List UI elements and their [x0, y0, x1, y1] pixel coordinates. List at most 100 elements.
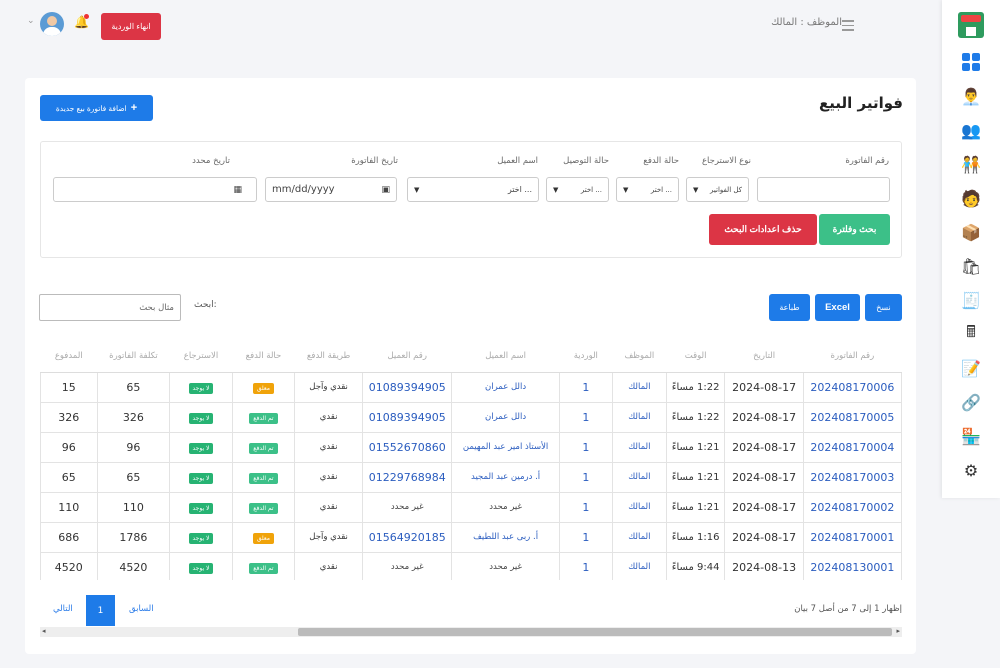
column-header[interactable]: رقم الفاتورة	[803, 340, 902, 373]
end-shift-button[interactable]: انهاء الوردية	[101, 13, 161, 40]
cell-method: نقدي	[294, 491, 363, 523]
dashboard-icon[interactable]	[957, 48, 985, 76]
chevron-down-icon: ▼	[553, 185, 559, 194]
column-header[interactable]: الوردية	[559, 340, 613, 373]
cell-cust[interactable]: أ. ربى عبد اللطيف	[451, 521, 560, 553]
customers-icon[interactable]: 🧑‍🤝‍🧑	[957, 150, 985, 178]
payment-status-select[interactable]: ▼ اختر ...	[616, 177, 679, 202]
cell-phone[interactable]: 01552670860	[361, 431, 453, 463]
calendar-icon[interactable]: ▦	[233, 185, 242, 195]
add-invoice-button[interactable]: اضافة فاتورة بيع جديدة +	[40, 95, 153, 121]
table-row[interactable]: 202408170005 2024-08-17 1:22 مساءً المالك 1 د…	[40, 401, 902, 433]
cell-pay: تم الدفع	[231, 551, 296, 580]
column-header[interactable]: رقم العميل	[362, 340, 452, 373]
cell-cust[interactable]: غير محدد	[451, 491, 560, 523]
search-input[interactable]: مثال بحث	[39, 294, 181, 321]
column-header[interactable]: الموظف	[612, 340, 667, 373]
cell-paid: 326	[40, 401, 98, 433]
user-label: الموظف : المالك	[771, 17, 842, 28]
return-type-value: كل الفواتير	[710, 185, 742, 194]
cell-time: 1:21 مساءً	[665, 491, 726, 523]
column-header[interactable]: تكلفة الفاتورة	[97, 340, 170, 373]
invoice-number-label: رقم الفاتورة	[845, 156, 889, 166]
cell-num[interactable]: 202408170003	[802, 461, 902, 493]
cell-num[interactable]: 202408170002	[802, 491, 902, 523]
invoice-icon[interactable]: 🧾	[957, 286, 985, 314]
cell-phone[interactable]: غير محدد	[361, 551, 453, 580]
scrollbar-thumb[interactable]	[298, 628, 892, 636]
page-1-button[interactable]: 1	[86, 595, 115, 626]
cell-phone[interactable]: 01229768984	[361, 461, 453, 493]
cell-num[interactable]: 202408170005	[802, 401, 902, 433]
cell-ret: لا يوجد	[169, 461, 233, 493]
calculator-icon[interactable]: 🖩	[957, 320, 985, 348]
column-header[interactable]: التاريخ	[724, 340, 804, 373]
column-header[interactable]: حالة الدفع	[232, 340, 295, 373]
invoice-date-input[interactable]: mm/dd/yyyy ▣	[265, 177, 397, 202]
table-row[interactable]: 202408170001 2024-08-17 1:16 مساءً المالك 1 أ…	[40, 521, 902, 553]
column-header[interactable]: المدفوع	[40, 340, 97, 373]
specific-date-input[interactable]: ▦	[53, 177, 257, 202]
cell-phone[interactable]: غير محدد	[361, 491, 453, 523]
excel-button[interactable]: Excel	[815, 294, 860, 321]
column-header[interactable]: الوقت	[666, 340, 725, 373]
cell-paid: 15	[40, 371, 98, 403]
chevron-down-icon[interactable]: ⌄	[27, 16, 35, 26]
return-status-badge: لا يوجد	[188, 563, 214, 574]
avatar[interactable]	[40, 12, 64, 36]
user-icon[interactable]: 🧑	[957, 184, 985, 212]
copy-button[interactable]: نسخ	[865, 294, 902, 321]
team-icon[interactable]: 👥	[957, 116, 985, 144]
store-logo-icon[interactable]	[958, 12, 984, 38]
return-status-badge: لا يوجد	[188, 383, 214, 394]
cell-phone[interactable]: 01089394905	[361, 401, 453, 433]
cell-cost: 326	[96, 401, 171, 433]
previous-page-link[interactable]: السابق	[129, 604, 154, 614]
cell-num[interactable]: 202408170001	[802, 521, 902, 553]
products-icon[interactable]: 🛍	[957, 252, 985, 280]
employee-icon[interactable]: 👨‍💼	[957, 82, 985, 110]
cell-num[interactable]: 202408170004	[802, 431, 902, 463]
cell-cust[interactable]: دالل عمران	[451, 401, 560, 433]
cell-phone[interactable]: 01564920185	[361, 521, 453, 553]
chevron-down-icon: ▼	[414, 185, 420, 194]
boxes-icon[interactable]: 📦	[957, 218, 985, 246]
next-page-link[interactable]: التالي	[53, 604, 73, 614]
search-filter-button[interactable]: بحث وفلترة	[819, 214, 890, 245]
customer-name-value: اختر ...	[507, 185, 532, 194]
delivery-status-select[interactable]: ▼ اختر ...	[546, 177, 609, 202]
scroll-left-icon[interactable]: ◂	[42, 627, 46, 635]
print-button[interactable]: طباعة	[769, 294, 810, 321]
table-row[interactable]: 202408130001 2024-08-13 9:44 مساءً المالك 1 غ…	[40, 551, 902, 580]
customer-name-select[interactable]: ▼ اختر ...	[407, 177, 539, 202]
table-row[interactable]: 202408170006 2024-08-17 1:22 مساءً المالك 1 د…	[40, 371, 902, 403]
table-row[interactable]: 202408170003 2024-08-17 1:21 مساءً المالك 1 أ…	[40, 461, 902, 493]
links-icon[interactable]: 🔗	[957, 388, 985, 416]
cell-cust[interactable]: غير محدد	[451, 551, 560, 580]
return-type-select[interactable]: ▼ كل الفواتير	[686, 177, 749, 202]
cell-phone[interactable]: 01089394905	[361, 371, 453, 403]
reset-search-button[interactable]: حذف اعدادات البحث	[709, 214, 817, 245]
column-header[interactable]: طريقة الدفع	[294, 340, 363, 373]
table-row[interactable]: 202408170002 2024-08-17 1:21 مساءً المالك 1 غ…	[40, 491, 902, 523]
return-status-badge: لا يوجد	[188, 443, 214, 454]
column-header[interactable]: الاسترجاع	[169, 340, 233, 373]
cell-cust[interactable]: دالل عمران	[451, 371, 560, 403]
warehouse-icon[interactable]: 🏪	[957, 422, 985, 450]
menu-icon[interactable]	[842, 20, 854, 34]
cell-cust[interactable]: أ. درمين عبد المجيد	[451, 461, 560, 493]
settings-icon[interactable]: ⚙	[957, 456, 985, 484]
invoice-number-input[interactable]	[757, 177, 890, 202]
report-icon[interactable]: 📝	[957, 354, 985, 382]
cell-num[interactable]: 202408130001	[802, 551, 902, 580]
cell-emp: المالك	[611, 461, 667, 493]
cell-num[interactable]: 202408170006	[802, 371, 902, 403]
cell-cust[interactable]: الأستاذ امير عبد المهيمن	[451, 431, 560, 463]
table-row[interactable]: 202408170004 2024-08-17 1:21 مساءً المالك 1 ا…	[40, 431, 902, 463]
horizontal-scrollbar[interactable]: ◂ ▸	[40, 627, 902, 637]
scroll-right-icon[interactable]: ▸	[896, 627, 900, 635]
calendar-icon[interactable]: ▣	[381, 185, 390, 195]
cell-pay: تم الدفع	[231, 431, 296, 463]
cell-pay: تم الدفع	[231, 401, 296, 433]
column-header[interactable]: اسم العميل	[451, 340, 560, 373]
